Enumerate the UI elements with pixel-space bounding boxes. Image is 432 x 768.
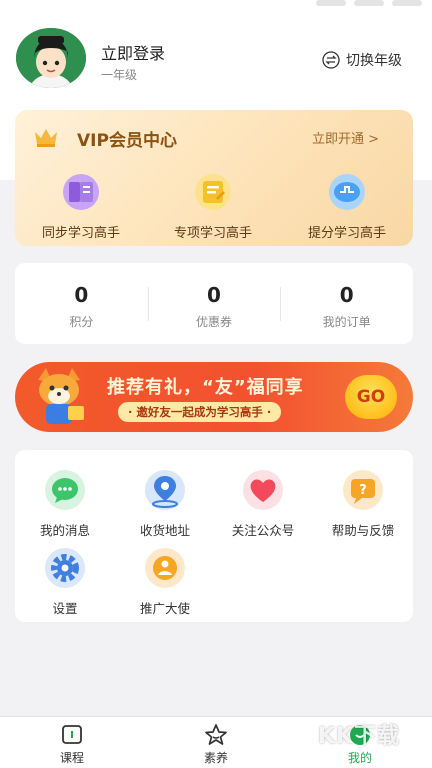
menu-item-label: 推广大使 xyxy=(139,601,190,616)
heart-icon xyxy=(243,470,283,510)
coupons-value: 0 xyxy=(207,283,221,307)
vip-title: VIP会员中心 xyxy=(77,131,177,151)
grade-label: 一年级 xyxy=(101,68,138,82)
vip-item-label: 提分学习高手 xyxy=(307,226,386,241)
avatar[interactable] xyxy=(16,28,86,88)
orders-stat[interactable]: 0 我的订单 xyxy=(280,263,413,344)
vip-item-label: 同步学习高手 xyxy=(41,226,120,241)
coupons-stat[interactable]: 0 优惠券 xyxy=(147,263,281,344)
menu-item-settings[interactable]: 设置 xyxy=(17,546,113,617)
vip-item-sync[interactable]: 同步学习高手 xyxy=(21,172,141,241)
nav-tab-course[interactable]: 课程 xyxy=(0,717,144,768)
menu-item-label: 收货地址 xyxy=(139,523,190,538)
nav-tab-literacy[interactable]: 素养 xyxy=(144,717,288,768)
nav-label: 我的 xyxy=(347,751,372,765)
banner-subtitle: · 邀好友一起成为学习高手 · xyxy=(118,402,282,422)
switch-grade-button[interactable]: 切换年级 xyxy=(322,50,402,70)
points-label: 积分 xyxy=(69,315,94,329)
course-icon xyxy=(62,725,82,744)
message-icon xyxy=(45,470,85,510)
ambassador-icon xyxy=(145,548,185,588)
nav-label: 课程 xyxy=(59,751,84,765)
menu-item-label: 帮助与反馈 xyxy=(331,523,395,538)
nav-label: 素养 xyxy=(203,751,228,765)
crown-icon xyxy=(35,129,57,147)
fox-mascot-icon xyxy=(38,368,84,424)
banner-title: 推荐有礼，“友”福同享 xyxy=(107,377,304,398)
switch-grade-label: 切换年级 xyxy=(346,53,402,69)
star-icon xyxy=(205,724,227,745)
menu-item-messages[interactable]: 我的消息 xyxy=(17,468,113,539)
vip-item-special[interactable]: 专项学习高手 xyxy=(153,172,273,241)
menu-item-help[interactable]: ? 帮助与反馈 xyxy=(315,468,411,539)
menu-item-label: 关注公众号 xyxy=(231,523,295,538)
notebook-icon xyxy=(195,174,231,210)
menu-item-label: 我的消息 xyxy=(39,523,90,538)
avatar-icon xyxy=(16,28,86,88)
coupons-label: 优惠券 xyxy=(196,315,233,329)
points-stat[interactable]: 0 积分 xyxy=(15,263,148,344)
vip-item-score[interactable]: 提分学习高手 xyxy=(287,172,407,241)
menu-card: 我的消息 收货地址 关注公众号 ? 帮助与反馈 设置 推广大使 xyxy=(15,450,413,622)
settings-icon xyxy=(45,548,85,588)
go-button[interactable]: GO xyxy=(345,375,397,419)
watermark: KK下载 xyxy=(318,724,401,749)
score-up-icon xyxy=(329,174,365,210)
location-icon xyxy=(145,470,185,510)
books-icon xyxy=(63,174,99,210)
status-bar xyxy=(270,0,432,14)
login-link[interactable]: 立即登录 xyxy=(101,40,165,64)
menu-item-address[interactable]: 收货地址 xyxy=(117,468,213,539)
vip-item-label: 专项学习高手 xyxy=(173,226,252,241)
vip-open-link[interactable]: 立即开通 > xyxy=(312,128,379,147)
menu-item-follow[interactable]: 关注公众号 xyxy=(215,468,311,539)
menu-item-label: 设置 xyxy=(52,601,78,616)
orders-value: 0 xyxy=(339,283,354,307)
orders-label: 我的订单 xyxy=(322,315,371,329)
help-icon: ? xyxy=(343,470,383,510)
points-value: 0 xyxy=(74,283,89,307)
svg-text:?: ? xyxy=(359,483,367,498)
menu-item-ambassador[interactable]: 推广大使 xyxy=(117,546,213,617)
stats-card: 0 积分 0 优惠券 0 我的订单 xyxy=(15,263,413,344)
swap-icon xyxy=(322,51,340,69)
